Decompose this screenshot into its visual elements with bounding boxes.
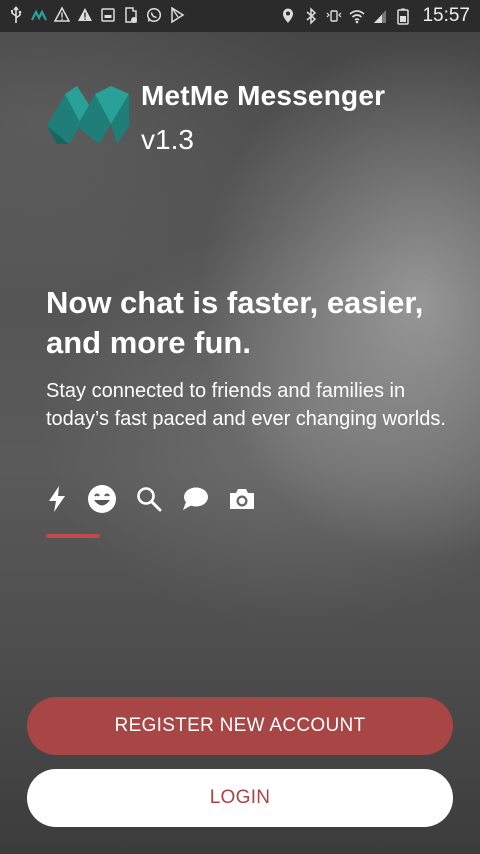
camera-icon [228,487,256,511]
warning-filled-icon [77,6,93,24]
welcome-screen: 15:57 MetMe Messenger v1.3 Now chat is f… [0,0,480,854]
play-store-icon [169,6,185,24]
signal-icon [372,7,388,25]
app-version: v1.3 [141,124,194,155]
whatsapp-icon [146,6,162,24]
status-bar: 15:57 [0,0,480,32]
lightning-icon [46,485,68,513]
login-button[interactable]: LOGIN [27,769,453,827]
battery-icon [395,7,411,25]
bluetooth-icon [303,7,319,25]
intro-description: Stay connected to friends and families i… [46,380,446,430]
app-title: MetMe Messenger [141,80,386,111]
image-icon [100,6,116,24]
location-icon [280,7,296,25]
app-logo [47,86,129,144]
register-new-account-button[interactable]: REGISTER NEW ACCOUNT [27,697,453,755]
warning-icon [54,6,70,24]
status-bar-notifications [8,6,185,24]
chat-bubble-icon [181,486,209,512]
status-bar-clock: 15:57 [422,5,470,26]
search-icon [136,486,162,512]
smiley-icon [87,484,117,514]
file-icon [123,6,139,24]
usb-icon [8,6,24,24]
app-notification-icon [31,6,47,24]
status-bar-system: 15:57 [280,5,470,27]
wifi-icon [349,7,365,25]
page-indicator [46,534,100,538]
intro-headline: Now chat is faster, easier, and more fun… [46,285,424,360]
vibrate-icon [326,7,342,25]
feature-icons [46,484,275,514]
